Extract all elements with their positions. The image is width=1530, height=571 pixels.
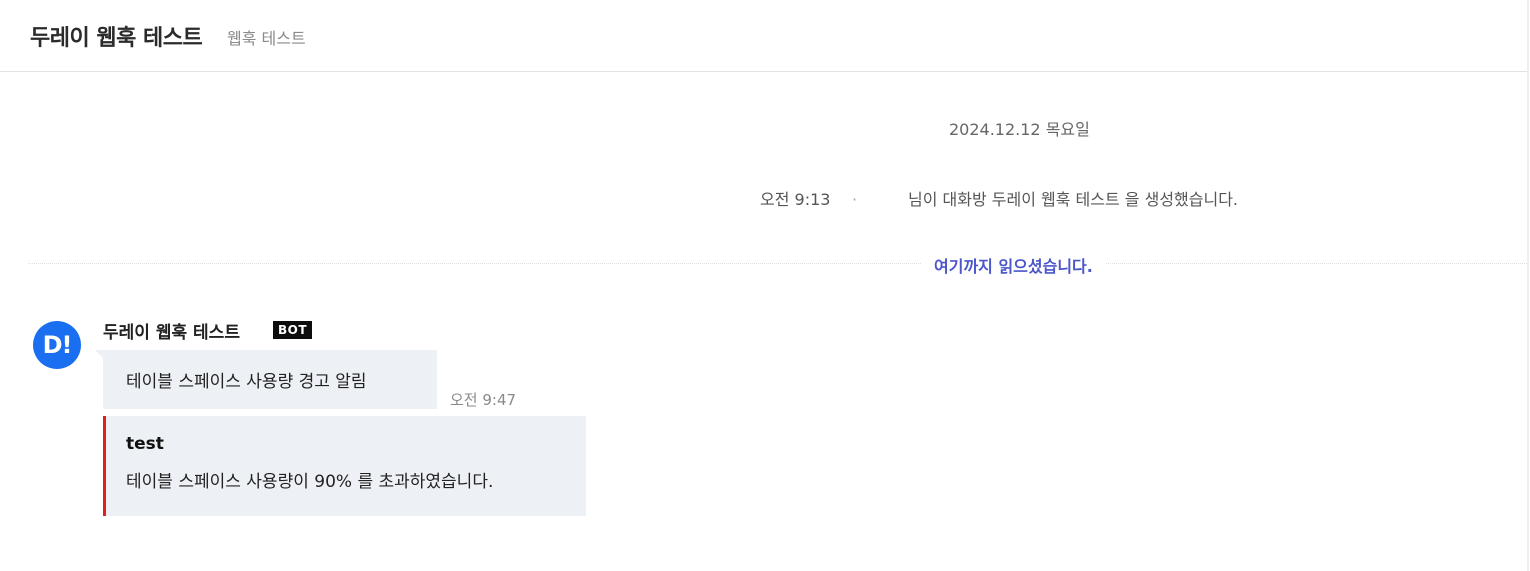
system-message-time: 오전 9:13 <box>760 190 831 209</box>
attachment-text: 테이블 스페이스 사용량이 90% 를 초과하였습니다. <box>126 472 494 492</box>
message-time: 오전 9:47 <box>450 391 517 409</box>
read-marker-label: 여기까지 읽으셨습니다. <box>922 253 1105 277</box>
avatar[interactable]: D! <box>33 321 81 369</box>
bot-badge: BOT <box>273 321 313 339</box>
message-attachment[interactable]: test 테이블 스페이스 사용량이 90% 를 초과하였습니다. <box>103 416 586 516</box>
separator-dot: · <box>852 190 858 209</box>
message-text: 테이블 스페이스 사용량 경고 알림 <box>126 372 367 392</box>
scrollbar-track[interactable] <box>1527 0 1529 571</box>
chat-header: 두레이 웹훅 테스트 웹훅 테스트 <box>0 0 1528 72</box>
system-message: 오전 9:13 · 님이 대화방 두레이 웹훅 테스트 을 생성했습니다. <box>760 186 1238 210</box>
room-subtitle: 웹훅 테스트 <box>227 29 306 48</box>
bubble-tail <box>95 350 103 358</box>
room-title: 두레이 웹훅 테스트 <box>30 26 203 51</box>
date-separator: 2024.12.12 목요일 <box>949 120 1090 139</box>
system-message-text: 님이 대화방 두레이 웹훅 테스트 을 생성했습니다. <box>908 190 1239 209</box>
read-marker-line <box>28 263 1527 264</box>
sender-name[interactable]: 두레이 웹훅 테스트 <box>103 318 240 343</box>
attachment-title: test <box>126 434 164 454</box>
message-bubble[interactable]: 테이블 스페이스 사용량 경고 알림 <box>103 350 437 409</box>
